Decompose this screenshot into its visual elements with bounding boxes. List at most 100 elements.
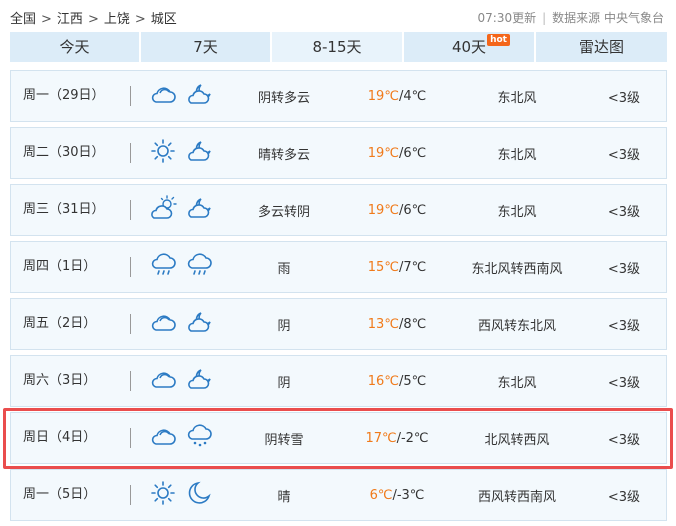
high-temp: 17℃ bbox=[365, 430, 397, 446]
weather-icons bbox=[131, 423, 231, 453]
day-label: 周一（29日） bbox=[11, 86, 131, 106]
wind-direction: 东北风 bbox=[497, 90, 537, 106]
low-temp: /8℃ bbox=[398, 316, 427, 332]
weather-icons bbox=[131, 252, 231, 282]
wind-level: <3级 bbox=[607, 489, 640, 505]
high-temp: 15℃ bbox=[367, 259, 399, 275]
weather-icons bbox=[131, 366, 231, 396]
wind-direction: 东北风 bbox=[497, 204, 537, 220]
hot-badge: hot bbox=[487, 34, 510, 46]
tab-today[interactable]: 今天 bbox=[10, 32, 139, 62]
weather-description: 雨 bbox=[277, 261, 291, 277]
divider: | bbox=[542, 11, 547, 25]
forecast-row: 周一（5日） 晴 6℃/-3℃ 西风转西南风 <3级 bbox=[10, 469, 667, 521]
forecast-tabs: 今天 7天 8-15天 40天 hot 雷达图 bbox=[10, 32, 667, 62]
wind-direction: 东北风 bbox=[497, 375, 537, 391]
breadcrumb-separator: > bbox=[41, 12, 52, 27]
forecast-row: 周五（2日） 阴 13℃/8℃ 西风转东北风 <3级 bbox=[10, 298, 667, 350]
temperature-range: 15℃/7℃ bbox=[337, 260, 457, 275]
night-partly-cloudy-icon bbox=[185, 81, 213, 111]
breadcrumb-separator: > bbox=[87, 12, 99, 27]
rain-icon bbox=[149, 252, 177, 282]
sun-cloud-icon bbox=[149, 195, 177, 225]
temperature-range: 19℃/4℃ bbox=[337, 89, 457, 104]
forecast-row: 周日（4日） 阴转雪 17℃/-2℃ 北风转西风 <3级 bbox=[10, 412, 667, 464]
weather-description: 阴 bbox=[277, 375, 291, 391]
wind-direction: 西风转东北风 bbox=[477, 318, 556, 334]
sun-icon bbox=[149, 138, 177, 168]
forecast-row: 周四（1日） 雨 15℃/7℃ 东北风转西南风 <3级 bbox=[10, 241, 667, 293]
data-source-label: 数据来源 中央气象台 bbox=[552, 11, 664, 25]
forecast-row: 周六（3日） 阴 16℃/5℃ 东北风 <3级 bbox=[10, 355, 667, 407]
wind-direction: 东北风 bbox=[497, 147, 537, 163]
day-label: 周六（3日） bbox=[11, 371, 131, 391]
weather-icons bbox=[131, 480, 231, 510]
temperature-range: 13℃/8℃ bbox=[337, 317, 457, 332]
temperature-range: 6℃/-3℃ bbox=[337, 488, 457, 503]
forecast-row: 周一（29日） 阴转多云 19℃/4℃ 东北风 <3级 bbox=[10, 70, 667, 122]
night-partly-cloudy-icon bbox=[185, 195, 213, 225]
weather-icons bbox=[131, 138, 231, 168]
cloud-icon bbox=[149, 366, 177, 396]
tab-radar[interactable]: 雷达图 bbox=[536, 32, 667, 62]
weather-description: 阴转多云 bbox=[257, 90, 310, 106]
temperature-range: 19℃/6℃ bbox=[337, 146, 457, 161]
weather-description: 晴 bbox=[277, 489, 291, 505]
tab-7-days[interactable]: 7天 bbox=[141, 32, 270, 62]
low-temp: /6℃ bbox=[398, 145, 427, 161]
temperature-range: 19℃/6℃ bbox=[337, 203, 457, 218]
low-temp: /6℃ bbox=[398, 202, 427, 218]
wind-direction: 西风转西南风 bbox=[477, 489, 556, 505]
wind-level: <3级 bbox=[607, 147, 640, 163]
wind-level: <3级 bbox=[607, 375, 640, 391]
breadcrumb-item-country[interactable]: 全国 bbox=[10, 8, 36, 27]
day-label: 周日（4日） bbox=[11, 428, 131, 448]
weather-description: 阴 bbox=[277, 318, 291, 334]
tab-8-15-days[interactable]: 8-15天 bbox=[272, 32, 402, 62]
cloud-icon bbox=[149, 309, 177, 339]
day-label: 周四（1日） bbox=[11, 257, 131, 277]
weather-icons bbox=[131, 81, 231, 111]
low-temp: /4℃ bbox=[398, 88, 427, 104]
weather-icons bbox=[131, 195, 231, 225]
low-temp: /-2℃ bbox=[396, 430, 429, 446]
sun-icon bbox=[149, 480, 177, 510]
cloud-icon bbox=[149, 81, 177, 111]
night-partly-cloudy-icon bbox=[185, 309, 213, 339]
high-temp: 6℃ bbox=[369, 487, 393, 503]
breadcrumb: 全国 > 江西 > 上饶 > 城区 bbox=[10, 8, 177, 27]
day-label: 周五（2日） bbox=[11, 314, 131, 334]
high-temp: 19℃ bbox=[367, 202, 399, 218]
night-partly-cloudy-icon bbox=[185, 138, 213, 168]
wind-level: <3级 bbox=[607, 90, 640, 106]
breadcrumb-item-province[interactable]: 江西 bbox=[57, 8, 83, 27]
breadcrumb-item-district: 城区 bbox=[150, 12, 177, 27]
tab-40-days[interactable]: 40天 hot bbox=[404, 32, 534, 62]
weather-description: 晴转多云 bbox=[257, 147, 310, 163]
wind-level: <3级 bbox=[607, 318, 640, 334]
day-label: 周二（30日） bbox=[11, 143, 131, 163]
breadcrumb-item-city[interactable]: 上饶 bbox=[104, 8, 130, 27]
weather-description: 多云转阴 bbox=[257, 204, 310, 220]
weather-icons bbox=[131, 309, 231, 339]
high-temp: 16℃ bbox=[367, 373, 399, 389]
low-temp: /5℃ bbox=[398, 373, 427, 389]
low-temp: /-3℃ bbox=[392, 487, 425, 503]
rain-icon bbox=[185, 252, 213, 282]
high-temp: 19℃ bbox=[367, 88, 399, 104]
update-time: 07:30更新 bbox=[477, 11, 537, 25]
snow-icon bbox=[185, 423, 213, 453]
moon-icon bbox=[185, 480, 213, 510]
wind-level: <3级 bbox=[607, 432, 640, 448]
temperature-range: 16℃/5℃ bbox=[337, 374, 457, 389]
high-temp: 13℃ bbox=[367, 316, 399, 332]
day-label: 周一（5日） bbox=[11, 485, 131, 505]
cloud-icon bbox=[149, 423, 177, 453]
night-partly-cloudy-icon bbox=[185, 366, 213, 396]
day-label: 周三（31日） bbox=[11, 200, 131, 220]
forecast-row: 周三（31日） 多云转阴 19℃/6℃ 东北风 <3级 bbox=[10, 184, 667, 236]
low-temp: /7℃ bbox=[398, 259, 427, 275]
breadcrumb-separator: > bbox=[134, 12, 146, 27]
data-source-info: 07:30更新 | 数据来源 中央气象台 bbox=[478, 9, 664, 26]
high-temp: 19℃ bbox=[367, 145, 399, 161]
